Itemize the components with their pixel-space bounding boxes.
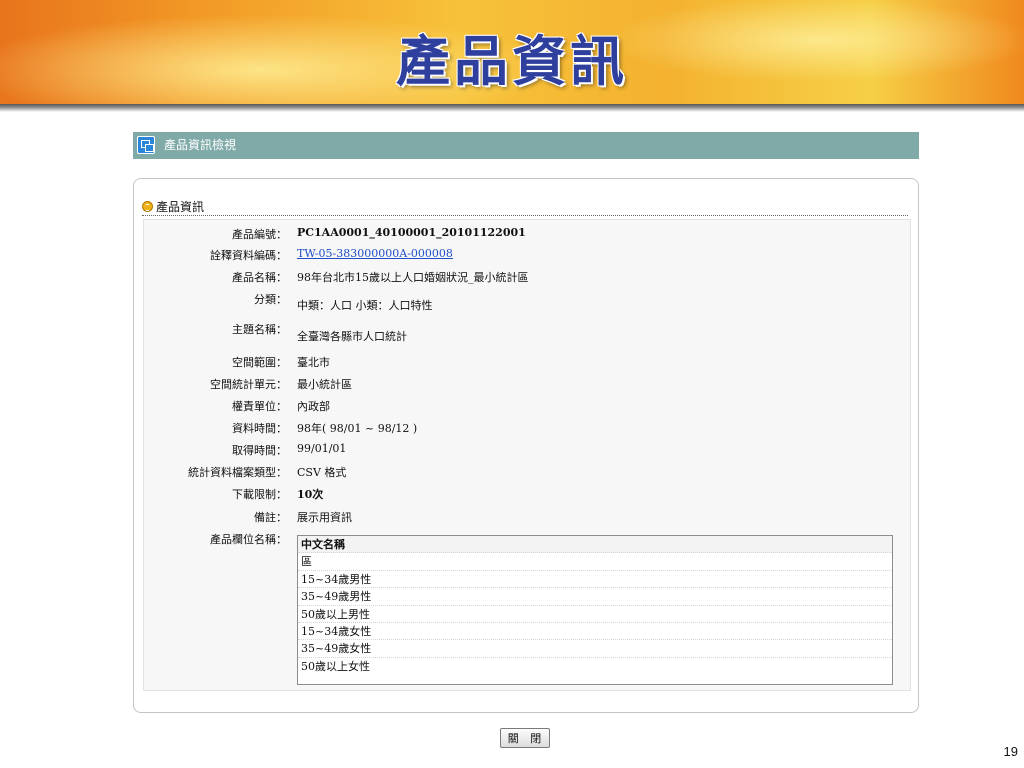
list-item: 35~49歲女性 [298,640,892,658]
banner-shadow [0,104,1024,112]
slide-title: 產品資訊 [396,30,628,93]
column-names-list[interactable]: 中文名稱 區 15~34歲男性 35~49歲男性 50歲以上男性 15~34歲女… [297,535,893,685]
window-icon [137,136,155,154]
field-value: 98年( 98/01 ~ 98/12 ) [297,422,418,435]
field-label: 產品名稱： [232,271,287,284]
page-number: 19 [1003,744,1018,759]
info-box: 產品資訊 產品編號： PC1AA0001_40100001_2010112200… [133,178,919,713]
field-label: 統計資料檔案類型： [188,466,287,479]
list-item: 15~34歲女性 [298,623,892,641]
list-item: 50歲以上男性 [298,606,892,623]
section-title: 產品資訊 [142,197,908,216]
field-value: 展示用資訊 [297,511,352,524]
field-label: 產品欄位名稱： [210,533,287,546]
field-value: TW-05-383000000A-000008 [297,247,453,260]
field-label: 權責單位： [232,400,287,413]
product-info-window: 產品資訊檢視 產品資訊 產品編號： PC1AA0001_40100001_201… [117,115,936,727]
field-label: 下載限制： [232,488,287,501]
field-value: 中類：人口 小類：人口特性 [297,299,433,312]
list-item: 50歲以上女性 [301,659,370,673]
field-label: 分類： [254,293,287,306]
metadata-code-link[interactable]: TW-05-383000000A-000008 [297,247,453,260]
field-label: 空間統計單元： [210,378,287,391]
field-label: 主題名稱： [232,323,287,336]
field-label: 備註： [254,511,287,524]
field-label: 取得時間： [232,444,287,457]
view-header-label: 產品資訊檢視 [164,138,237,152]
field-value: 臺北市 [297,356,330,369]
field-label: 詮釋資料編碼： [210,249,287,262]
close-button[interactable]: 關 閉 [500,728,550,748]
section-title-label: 產品資訊 [156,200,205,214]
field-label: 產品編號： [232,228,287,241]
field-value: 10次 [297,488,324,501]
field-value: 98年台北市15歲以上人口婚姻狀況_最小統計區 [297,271,529,284]
list-item: 15~34歲男性 [298,571,892,589]
field-label: 資料時間： [232,422,287,435]
field-value: 全臺灣各縣市人口統計 [297,330,407,343]
view-header-bar: 產品資訊檢視 [133,132,919,159]
field-value: PC1AA0001_40100001_20101122001 [297,226,526,239]
bullet-icon [142,201,153,212]
list-item: 區 [298,553,892,571]
field-value: 最小統計區 [297,378,352,391]
column-list-header: 中文名稱 [298,536,892,554]
field-value: 99/01/01 [297,442,347,455]
list-item: 35~49歲男性 [298,588,892,606]
field-value: 內政部 [297,400,330,413]
field-value: CSV 格式 [297,466,347,479]
field-label: 空間範圍： [232,356,287,369]
product-fields: 產品編號： PC1AA0001_40100001_20101122001 詮釋資… [143,219,911,691]
